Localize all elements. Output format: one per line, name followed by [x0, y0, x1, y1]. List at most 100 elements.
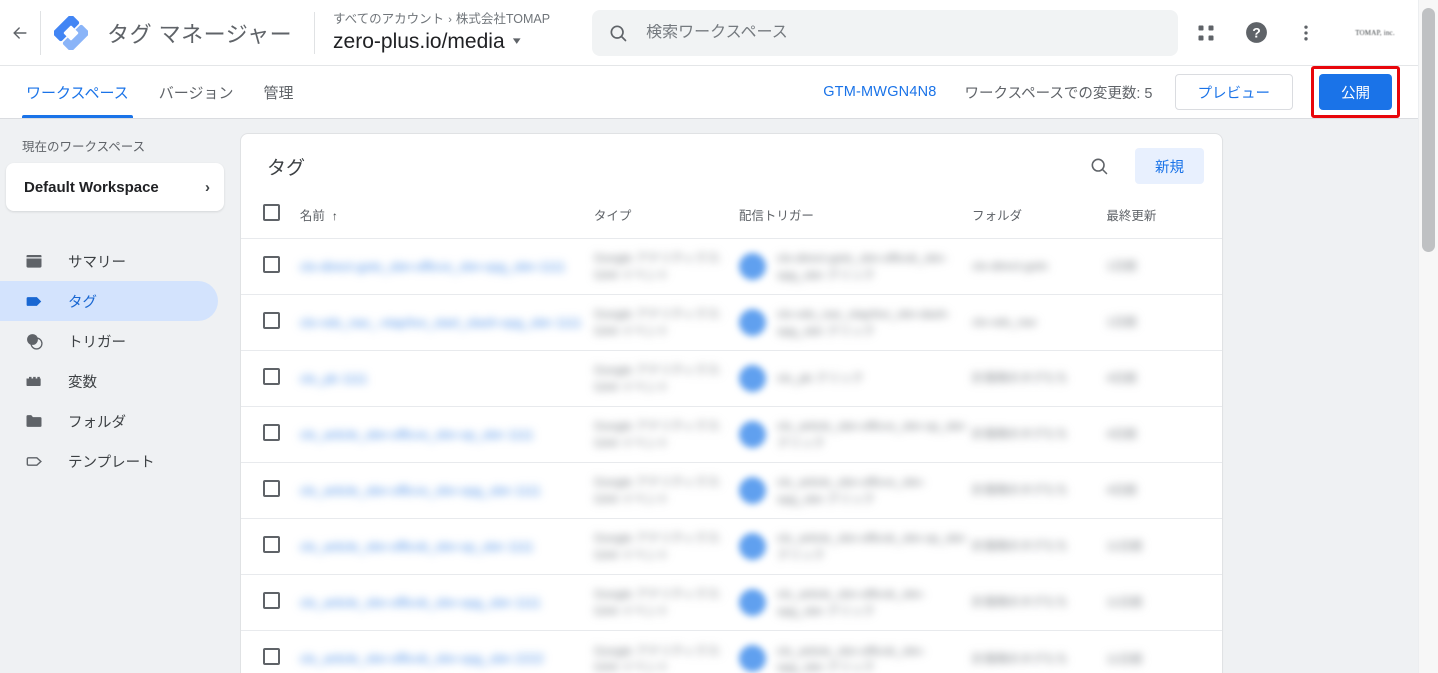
table-row[interactable]: clo-direct-goto_obn-officvs_vbn-opg_obn-… [241, 238, 1222, 295]
table-row[interactable]: clo_article_obn-officvs_vbn-op_obn 1111 G… [241, 406, 1222, 463]
sidebar-item-label: テンプレート [68, 454, 155, 471]
breadcrumb-path: すべてのアカウント › 株式会社TOMAP [333, 11, 550, 28]
gtm-container-id[interactable]: GTM-MWGN4N8 [823, 84, 936, 100]
tag-type: Google アナリティクス: GA4 イベント [593, 363, 722, 394]
tag-folder-cell: 計測用のタグたち [972, 351, 1106, 407]
tag-folder-cell: clo-vdo_nav [972, 295, 1106, 351]
table-row[interactable]: clo-vdo_nav_-vtap/tvo_start_slash-opg_ob… [241, 294, 1222, 351]
more-vert-icon[interactable] [1284, 11, 1328, 55]
row-checkbox[interactable] [263, 479, 280, 497]
row-checkbox[interactable] [263, 311, 280, 329]
workspace-tabbar: ワークスペース バージョン 管理 GTM-MWGN4N8 ワークスペースでの変更… [0, 66, 1418, 119]
tag-name-cell[interactable]: clo_article_obn-officvs_vbn-op_obn 1111 [300, 407, 594, 463]
tag-updated-cell: 1日前 [1106, 239, 1222, 295]
row-checkbox[interactable] [263, 591, 280, 609]
sidebar-item-triggers[interactable]: トリガー [0, 321, 218, 361]
search-input[interactable] [646, 23, 1162, 42]
column-header-type[interactable]: タイプ [594, 198, 739, 239]
search-icon[interactable] [1079, 146, 1119, 186]
tag-name-cell[interactable]: clo_article_vbn-officvb_vbn-op_obn 1111 [300, 519, 594, 575]
tab-admin[interactable]: 管理 [259, 66, 297, 118]
help-circle-icon[interactable]: ? [1234, 11, 1278, 55]
page-scrollbar-thumb[interactable] [1422, 8, 1435, 252]
column-header-trigger[interactable]: 配信トリガー [739, 198, 972, 239]
tag-type: Google アナリティクス: GA4 イベント [593, 251, 722, 282]
breadcrumb-organization[interactable]: 株式会社TOMAP [456, 12, 550, 26]
publish-button[interactable]: 公開 [1319, 74, 1392, 110]
page-scrollbar[interactable] [1418, 0, 1438, 673]
tag-folder-cell: 計測用のタグたち [972, 631, 1106, 673]
tab-versions[interactable]: バージョン [155, 66, 238, 118]
row-select-cell [241, 407, 300, 463]
product-title: タグ マネージャー [107, 21, 293, 47]
tag-folder: 計測用のタグたち [971, 427, 1068, 442]
row-checkbox[interactable] [263, 647, 280, 665]
tag-folder: 計測用のタグたち [971, 539, 1068, 554]
row-select-cell [241, 295, 300, 351]
new-tag-button[interactable]: 新規 [1135, 148, 1204, 184]
back-arrow-icon[interactable] [0, 0, 40, 66]
row-checkbox[interactable] [263, 367, 280, 385]
tag-updated-cell: 4日前 [1106, 351, 1222, 407]
row-checkbox[interactable] [263, 255, 280, 273]
organization-logo: TOMAP, inc. [1346, 18, 1404, 48]
table-row[interactable]: clo_article_vbn-officvb_vbn-opg_obn 2222… [241, 630, 1222, 673]
tag-updated: 11日前 [1106, 595, 1143, 610]
column-header-name[interactable]: 名前 ↑ [300, 198, 594, 239]
workspace-search-box[interactable] [592, 9, 1178, 56]
tag-name-cell[interactable]: clo-vdo_nav_-vtap/tvo_start_slash-opg_ob… [300, 295, 594, 351]
gtm-app-window: タグ マネージャー すべてのアカウント › 株式会社TOMAP zero-plus.… [0, 0, 1438, 673]
table-row[interactable]: clo_pb 1111 Google アナリティクス: GA4 イベント clo_p… [241, 350, 1222, 407]
tag-updated: 4日前 [1106, 427, 1138, 442]
workspace-changes-count: ワークスペースでの変更数: 5 [964, 85, 1153, 102]
tag-trigger-cell: clo_article_vbn-officvb_vbn-opg_obn クリック [738, 631, 972, 673]
sidebar-item-folders[interactable]: フォルダ [0, 401, 218, 441]
table-row[interactable]: clo_article_vbn-officvb_vbn-opg_obn 1111… [241, 574, 1222, 631]
header-vertical-divider [314, 11, 316, 54]
tag-manager-logo-icon[interactable] [51, 11, 91, 55]
sidebar-item-tags[interactable]: タグ [0, 281, 218, 321]
page-title: タグ [267, 157, 306, 179]
apps-grid-icon[interactable] [1184, 11, 1228, 55]
sidebar-item-templates[interactable]: テンプレート [0, 441, 218, 481]
tag-name-cell[interactable]: clo_article_obn-officvs_vbn-opg_obn 1111 [300, 463, 594, 519]
table-row[interactable]: clo_article_vbn-officvb_vbn-op_obn 1111 G… [241, 518, 1222, 575]
tag-type: Google アナリティクス: GA4 イベント [593, 531, 722, 562]
select-all-checkbox[interactable] [263, 204, 280, 221]
table-row[interactable]: clo_article_obn-officvs_vbn-opg_obn 1111… [241, 462, 1222, 519]
sidebar-item-label: トリガー [68, 334, 126, 351]
row-checkbox[interactable] [263, 535, 280, 553]
container-selector[interactable]: zero-plus.io/media ▾ [333, 28, 550, 55]
workspace-selector[interactable]: Default Workspace › [6, 163, 224, 211]
tag-updated: 4日前 [1106, 371, 1138, 386]
tag-updated-cell: 4日前 [1106, 463, 1222, 519]
sidebar-item-summary[interactable]: サマリー [0, 241, 218, 281]
tag-name-cell[interactable]: clo_pb 1111 [300, 351, 594, 407]
sidebar-item-variables[interactable]: 変数 [0, 361, 218, 401]
sidebar-nav: サマリー タグ トリガー 変数 フォルダ テンプレート [0, 241, 240, 481]
tag-name: clo_article_vbn-officvb_vbn-opg_obn 2222 [299, 650, 544, 666]
tag-name-cell[interactable]: clo_article_vbn-officvb_vbn-opg_obn 2222 [300, 631, 594, 673]
column-header-updated[interactable]: 最終更新 [1106, 198, 1222, 239]
tag-icon [22, 289, 46, 313]
tag-name: clo_article_vbn-officvb_vbn-opg_obn 1111 [299, 594, 541, 610]
tag-type-cell: Google アナリティクス: GA4 イベント [594, 407, 739, 463]
sort-ascending-icon: ↑ [331, 208, 338, 223]
tag-type-cell: Google アナリティクス: GA4 イベント [594, 463, 739, 519]
tag-updated: 1日前 [1106, 259, 1138, 274]
svg-text:?: ? [1252, 25, 1261, 41]
tag-trigger-cell: clo_article_obn-officvs_vbn-opg_obn クリック [738, 463, 972, 519]
column-header-folder[interactable]: フォルダ [972, 198, 1106, 239]
tag-trigger-cell: clo-vdo_nav_vtap/tvo_vbn-dash-opg_obn クリ… [738, 295, 972, 351]
preview-button[interactable]: プレビュー [1174, 74, 1293, 110]
breadcrumb-separator-icon: › [448, 13, 452, 26]
tag-folder-cell: 計測用のタグたち [972, 407, 1106, 463]
tags-table: 名前 ↑ タイプ 配信トリガー フォルダ 最終更新 clo-direct-goto… [241, 198, 1222, 673]
row-checkbox[interactable] [263, 423, 280, 441]
breadcrumb-all-accounts[interactable]: すべてのアカウント [333, 12, 444, 26]
tag-name: clo-vdo_nav_-vtap/tvo_start_slash-opg_ob… [299, 314, 582, 330]
tag-name-cell[interactable]: clo_article_vbn-officvb_vbn-opg_obn 1111 [300, 575, 594, 631]
tag-name-cell[interactable]: clo-direct-goto_obn-officvs_vbn-opg_obn-… [300, 239, 594, 295]
tag-trigger: clo-direct-goto_vbn-officvb_vbn-opg_obn … [776, 251, 948, 282]
tab-workspace[interactable]: ワークスペース [22, 66, 133, 118]
